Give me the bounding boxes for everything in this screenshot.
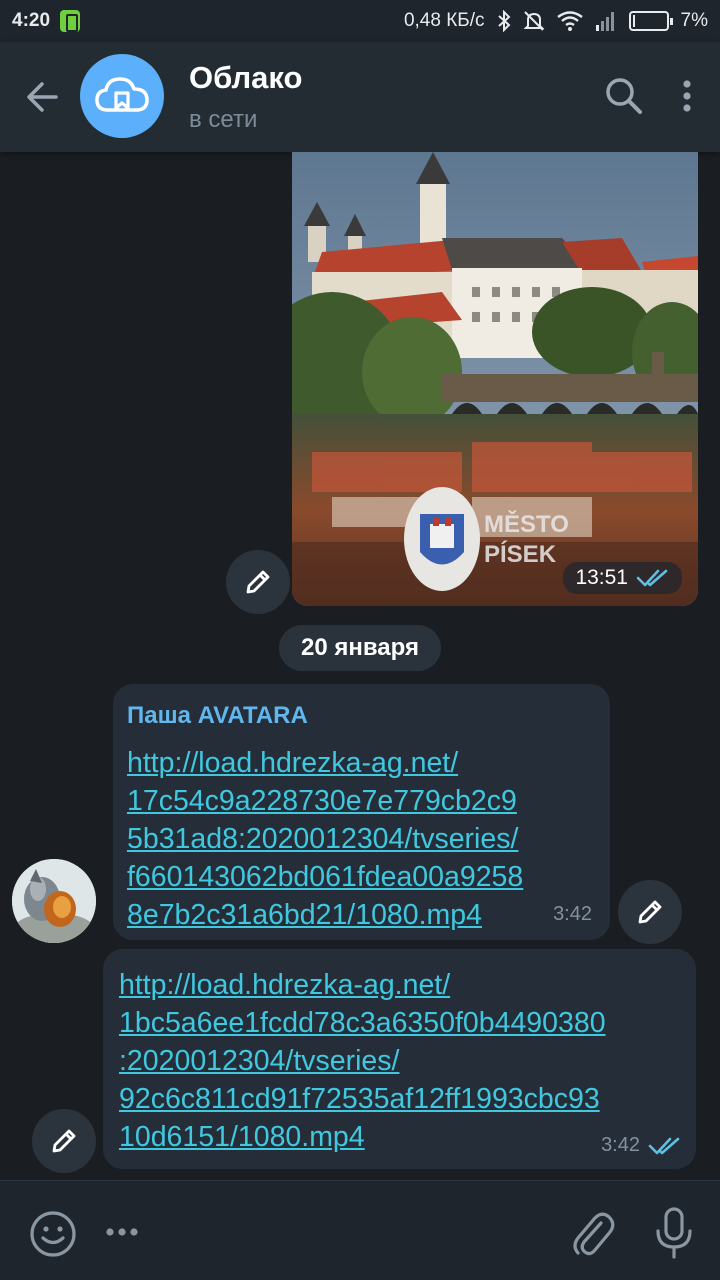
link-line[interactable]: 5b31ad8:2020012304/tvseries/ xyxy=(127,820,596,858)
wifi-icon xyxy=(556,11,583,31)
search-button[interactable] xyxy=(602,74,646,118)
network-speed: 0,48 КБ/с xyxy=(403,10,485,31)
more-horizontal-icon xyxy=(106,1228,138,1236)
link-line[interactable]: 92c6c811cd91f72535af12ff1993cbc93 xyxy=(119,1080,680,1118)
chat-header: Облако в сети xyxy=(0,42,720,152)
photo-timestamp: 13:51 xyxy=(563,562,682,594)
avatar-image xyxy=(12,859,96,943)
message-bubble[interactable]: Паша AVATARA http://load.hdrezka-ag.net/… xyxy=(113,684,610,940)
message-timestamp: 3:42 xyxy=(553,903,592,926)
more-vertical-icon xyxy=(683,80,691,112)
chat-title: Облако xyxy=(189,60,303,95)
link-line[interactable]: 10d6151/1080.mp4 xyxy=(119,1118,680,1156)
message-input-bar xyxy=(0,1180,720,1280)
link-line[interactable]: http://load.hdrezka-ag.net/ xyxy=(127,744,596,782)
pencil-icon xyxy=(638,900,662,924)
smiley-icon xyxy=(30,1211,76,1257)
link-line[interactable]: http://load.hdrezka-ag.net/ xyxy=(119,966,680,1004)
sender-avatar[interactable] xyxy=(12,859,96,943)
edit-photo-button[interactable] xyxy=(226,550,290,614)
photo-time-text: 13:51 xyxy=(575,566,628,589)
battery-icon xyxy=(628,11,673,31)
message-link[interactable]: http://load.hdrezka-ag.net/ 1bc5a6ee1fcd… xyxy=(119,966,680,1156)
link-line[interactable]: 1bc5a6ee1fcdd78c3a6350f0b4490380 xyxy=(119,1004,680,1042)
status-bar: 4:20 0,48 КБ/с 7% xyxy=(0,0,720,42)
edit-message-button[interactable] xyxy=(32,1109,96,1173)
cloud-bookmark-icon xyxy=(95,77,149,112)
photo-watermark-line1: MĚSTO xyxy=(484,510,569,538)
bluetooth-icon xyxy=(497,10,511,32)
chat-status: в сети xyxy=(189,106,258,133)
message-sender[interactable]: Паша AVATARA xyxy=(127,702,596,730)
paperclip-icon xyxy=(573,1212,615,1256)
chat-avatar[interactable] xyxy=(80,54,164,138)
microphone-icon xyxy=(656,1207,692,1259)
voice-message-button[interactable] xyxy=(652,1205,696,1261)
date-separator: 20 января xyxy=(279,625,441,671)
status-right: 0,48 КБ/с 7% xyxy=(404,10,708,32)
battery-percent: 7% xyxy=(680,10,708,31)
message-link[interactable]: http://load.hdrezka-ag.net/ 17c54c9a2287… xyxy=(127,744,596,934)
message-time-text: 3:42 xyxy=(553,903,592,925)
photo-message[interactable]: MĚSTO PÍSEK 13:51 xyxy=(292,152,698,606)
bot-commands-button[interactable] xyxy=(102,1217,142,1247)
link-line[interactable]: 17c54c9a228730e7e779cb2c9 xyxy=(127,782,596,820)
signal-icon xyxy=(595,11,617,31)
double-check-icon xyxy=(648,1137,680,1154)
emoji-button[interactable] xyxy=(28,1209,78,1259)
search-icon xyxy=(606,78,642,114)
photo-image: MĚSTO PÍSEK xyxy=(292,152,698,606)
mute-bell-icon xyxy=(523,10,545,32)
link-line[interactable]: :2020012304/tvseries/ xyxy=(119,1042,680,1080)
status-time: 4:20 xyxy=(12,10,51,31)
link-line[interactable]: f660143062bd061fdea00a9258 xyxy=(127,858,596,896)
phone-indicator-icon xyxy=(60,10,81,32)
pencil-icon xyxy=(52,1129,76,1153)
photo-watermark-line2: PÍSEK xyxy=(484,540,557,568)
back-arrow-icon xyxy=(27,82,58,112)
attach-button[interactable] xyxy=(570,1207,616,1261)
more-menu-button[interactable] xyxy=(670,74,704,118)
back-button[interactable] xyxy=(22,76,64,118)
message-bubble[interactable]: http://load.hdrezka-ag.net/ 1bc5a6ee1fcd… xyxy=(103,949,696,1169)
message-timestamp: 3:42 xyxy=(601,1134,682,1157)
pencil-icon xyxy=(246,570,270,594)
edit-message-button[interactable] xyxy=(618,880,682,944)
link-line[interactable]: 8e7b2c31a6bd21/1080.mp4 xyxy=(127,896,596,934)
chat-messages[interactable]: MĚSTO PÍSEK 13:51 20 января Паша AVATARA… xyxy=(0,152,720,1180)
message-time-text: 3:42 xyxy=(601,1134,640,1156)
double-check-icon xyxy=(636,569,668,587)
